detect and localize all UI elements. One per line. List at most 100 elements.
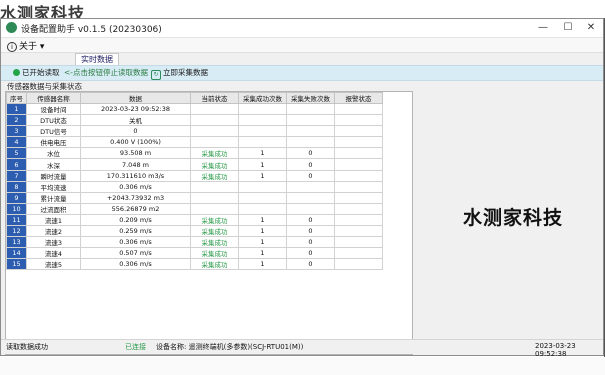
table-cell (334, 169, 383, 182)
table-cell: 7.048 m (80, 158, 191, 171)
col-sensor-header[interactable]: 传感器名称 (26, 92, 81, 104)
minimize-button[interactable]: — (531, 19, 555, 37)
table-cell (238, 125, 287, 138)
table-cell (238, 114, 287, 127)
chevron-down-icon: ▾ (37, 42, 45, 52)
col-state-header[interactable]: 当前状态 (190, 92, 239, 104)
table-cell: 3 (6, 125, 27, 138)
table-cell: 流速1 (26, 213, 81, 227)
table-row[interactable]: 1 设备时间 2023-03-23 09:52:38 (6, 102, 383, 116)
table-cell: +2043.73932 m3 (80, 191, 191, 204)
table-row[interactable]: 7 瞬时流量 170.311610 m3/s 采集成功 1 0 (6, 169, 383, 182)
table-cell (238, 191, 287, 204)
close-button[interactable]: ✕ (579, 19, 603, 37)
table-cell: 15 (6, 258, 27, 271)
table-cell (286, 114, 335, 127)
table-row[interactable]: 11 流速1 0.209 m/s 采集成功 1 0 (6, 213, 383, 227)
menu-about[interactable]: i 关于 ▾ (7, 39, 44, 52)
table-cell: 采集成功 (190, 236, 239, 249)
table-cell: 水位 (26, 147, 81, 160)
collect-icon: ↻ (151, 70, 161, 80)
table-cell (190, 180, 239, 193)
table-row[interactable]: 10 过流面积 556.26879 m2 (6, 202, 383, 215)
table-cell: 流速3 (26, 236, 81, 249)
table-cell (238, 102, 287, 116)
table-cell: 0 (286, 169, 335, 182)
brand-side-text: 水测家科技 (463, 207, 564, 229)
table-cell: 0 (286, 247, 335, 260)
table-cell: 瞬时流量 (26, 169, 81, 182)
col-alarm-header[interactable]: 报警状态 (334, 92, 383, 104)
table-cell: 93.508 m (80, 147, 191, 160)
table-cell: DTU状态 (26, 114, 81, 127)
table-cell: 平均流速 (26, 180, 81, 193)
table-cell: 0 (80, 125, 191, 138)
table-cell: 采集成功 (190, 247, 239, 260)
table-row[interactable]: 13 流速3 0.306 m/s 采集成功 1 0 (6, 236, 383, 249)
table-cell (286, 202, 335, 215)
col-success-header[interactable]: 采集成功次数 (238, 92, 287, 104)
table-cell (334, 158, 383, 171)
col-fail-header[interactable]: 采集失败次数 (286, 92, 335, 104)
table-cell: 0 (286, 236, 335, 249)
table-cell: 2023-03-23 09:52:38 (80, 102, 191, 116)
table-cell: 10 (6, 202, 27, 215)
connection-status: 已连接 (125, 343, 146, 351)
table-cell (238, 180, 287, 193)
table-cell: 0.507 m/s (80, 247, 191, 260)
col-data-header[interactable]: 数据 (80, 92, 191, 104)
table-cell: 0 (286, 258, 335, 271)
table-cell: 6 (6, 158, 27, 171)
start-read-label: 已开始读取 (22, 68, 60, 77)
table-row[interactable]: 8 平均流速 0.306 m/s (6, 180, 383, 193)
table-cell (190, 191, 239, 204)
table-cell: 14 (6, 247, 27, 260)
table-row[interactable]: 3 DTU信号 0 (6, 125, 383, 138)
title-bar: 设备配置助手 v0.1.5 (20230306) — ☐ ✕ (1, 19, 603, 38)
table-row[interactable]: 9 累计流量 +2043.73932 m3 (6, 191, 383, 204)
table-cell (334, 236, 383, 249)
app-window: 设备配置助手 v0.1.5 (20230306) — ☐ ✕ i 关于 ▾ 实时数… (0, 18, 604, 358)
sensor-table: 序号 传感器名称 数据 当前状态 采集成功次数 采集失败次数 报警状态 1 设备时… (6, 92, 383, 271)
table-row[interactable]: 12 流速2 0.259 m/s 采集成功 1 0 (6, 225, 383, 238)
table-cell (190, 202, 239, 215)
table-cell: 4 (6, 136, 27, 149)
table-cell: 8 (6, 180, 27, 193)
collect-now-button[interactable]: ↻ 立即采集数据 (151, 67, 208, 80)
table-cell: 流速2 (26, 225, 81, 238)
table-cell: 1 (238, 147, 287, 160)
table-cell (190, 125, 239, 138)
table-cell: 9 (6, 191, 27, 204)
table-cell (334, 258, 383, 271)
table-row[interactable]: 5 水位 93.508 m 采集成功 1 0 (6, 147, 383, 160)
table-cell: 2 (6, 114, 27, 127)
start-read-button[interactable]: 已开始读取 (13, 67, 60, 78)
table-cell: 采集成功 (190, 213, 239, 227)
toolbar: 已开始读取 <-点击按钮停止读取数据 ↻ 立即采集数据 (1, 65, 603, 81)
maximize-button[interactable]: ☐ (556, 19, 580, 37)
table-cell (286, 125, 335, 138)
table-row[interactable]: 6 水深 7.048 m 采集成功 1 0 (6, 158, 383, 171)
table-cell (334, 225, 383, 238)
table-cell: 水深 (26, 158, 81, 171)
table-cell: 5 (6, 147, 27, 160)
table-cell: 1 (238, 213, 287, 227)
col-index-header[interactable]: 序号 (6, 92, 27, 104)
table-cell: 0.306 m/s (80, 180, 191, 193)
table-row[interactable]: 2 DTU状态 关机 (6, 114, 383, 127)
tab-strip: 实时数据 (1, 53, 603, 66)
table-cell (190, 114, 239, 127)
table-cell (334, 114, 383, 127)
status-bar: 读取数据成功 已连接 设备名称: 遥测终端机(多参数)(SCJ-RTU01(M)… (1, 339, 603, 358)
table-row[interactable]: 14 流速4 0.507 m/s 采集成功 1 0 (6, 247, 383, 260)
table-cell: 1 (238, 258, 287, 271)
stop-hint: <-点击按钮停止读取数据 (64, 68, 148, 77)
table-cell: 供电电压 (26, 136, 81, 149)
table-cell: 采集成功 (190, 225, 239, 238)
table-row[interactable]: 4 供电电压 0.400 V (100%) (6, 136, 383, 149)
table-cell (334, 136, 383, 149)
table-cell (238, 136, 287, 149)
table-cell: 0 (286, 147, 335, 160)
table-row[interactable]: 15 流速5 0.306 m/s 采集成功 1 0 (6, 258, 383, 271)
info-icon: i (7, 42, 17, 52)
